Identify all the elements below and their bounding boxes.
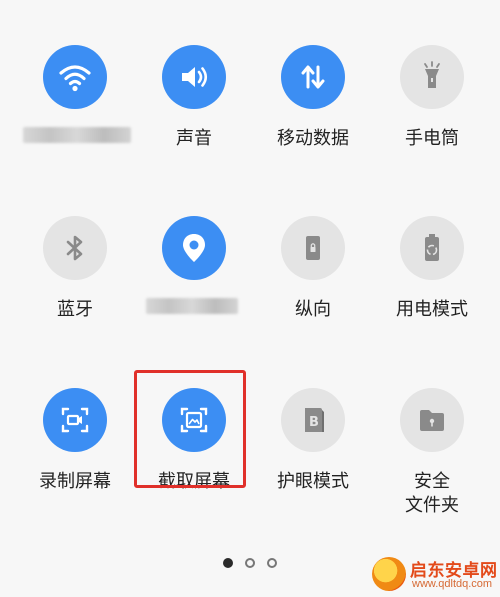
tile-bluetooth[interactable]: 蓝牙	[15, 216, 135, 336]
wifi-network-name-blurred	[23, 127, 131, 143]
eye-comfort-toggle[interactable]: B	[281, 388, 345, 452]
watermark-logo-icon	[372, 557, 406, 591]
page-dot-1[interactable]	[223, 558, 233, 568]
eye-comfort-icon: B	[305, 408, 324, 432]
power-mode-toggle[interactable]	[400, 216, 464, 280]
tile-flashlight[interactable]: 手电筒	[372, 45, 492, 165]
tile-label-flashlight: 手电筒	[405, 128, 459, 149]
svg-text:B: B	[309, 415, 319, 430]
safe-toggle[interactable]	[400, 388, 464, 452]
location-toggle[interactable]	[162, 216, 226, 280]
tile-screen-record[interactable]: 录制屏幕	[15, 388, 135, 508]
highlight-box	[134, 370, 246, 488]
speaker-icon	[182, 67, 208, 87]
tile-label-portrait: 纵向	[295, 299, 331, 320]
page-dot-2[interactable]	[245, 558, 255, 568]
portrait-toggle[interactable]	[281, 216, 345, 280]
tile-label-screen-record: 录制屏幕	[39, 471, 111, 492]
screen-record-icon	[61, 407, 89, 433]
flashlight-icon	[424, 61, 440, 88]
sound-toggle[interactable]	[162, 45, 226, 109]
tile-power-mode[interactable]: 用电模式	[372, 216, 492, 336]
watermark-url: www.qdltdq.com	[412, 578, 493, 590]
location-pin-icon	[183, 234, 205, 262]
tile-label-bluetooth: 蓝牙	[57, 299, 93, 320]
bluetooth-icon	[66, 235, 83, 261]
tile-safe[interactable]: 安全 文件夹	[372, 388, 492, 516]
screen-record-toggle[interactable]	[43, 388, 107, 452]
location-name-blurred	[146, 298, 238, 314]
battery-recycle-icon	[425, 234, 439, 261]
bluetooth-toggle[interactable]	[43, 216, 107, 280]
tile-label-mobile-data: 移动数据	[277, 128, 349, 149]
tile-portrait[interactable]: 纵向	[253, 216, 373, 336]
wifi-icon	[59, 65, 91, 92]
tile-sound[interactable]: 声音	[134, 45, 254, 165]
tile-mobile-data[interactable]: 移动数据	[253, 45, 373, 165]
tile-label-sound: 声音	[176, 128, 212, 149]
tile-wifi[interactable]	[15, 45, 135, 165]
page-dot-3[interactable]	[267, 558, 277, 568]
watermark: 启东安卓网 www.qdltdq.com	[366, 552, 500, 597]
tile-eye-comfort[interactable]: B 护眼模式	[253, 388, 373, 508]
portrait-lock-icon	[306, 236, 320, 260]
wifi-toggle[interactable]	[43, 45, 107, 109]
tile-label-power-mode: 用电模式	[396, 299, 468, 320]
mobile-data-toggle[interactable]	[281, 45, 345, 109]
flashlight-toggle[interactable]	[400, 45, 464, 109]
tile-label-eye-comfort: 护眼模式	[277, 471, 349, 492]
data-arrows-icon	[301, 65, 325, 89]
secure-folder-icon	[420, 410, 444, 431]
tile-location[interactable]	[134, 216, 254, 336]
tile-label-safe: 安全 文件夹	[405, 471, 459, 516]
